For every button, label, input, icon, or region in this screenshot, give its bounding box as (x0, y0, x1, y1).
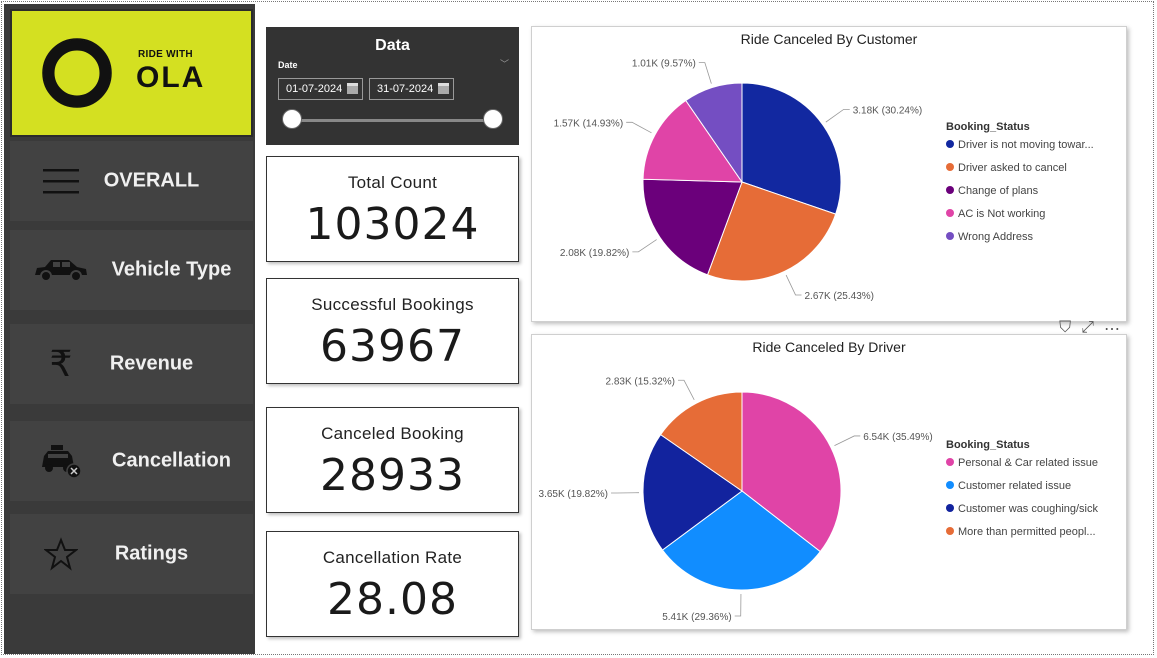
nav-label-revenue: Revenue (109, 352, 194, 375)
label-leader-line (734, 593, 742, 617)
label-leader-line (834, 435, 861, 447)
slicer-title: Data (375, 37, 410, 54)
kpi-card-canceled-booking: Canceled Booking 28933 (266, 407, 519, 513)
logo-wordmark: OLA (136, 61, 206, 94)
nav-item-vehicle-type[interactable]: Vehicle Type (10, 230, 253, 310)
label-leader-line (626, 121, 652, 134)
legend-label: Change of plans (958, 185, 1039, 197)
legend-item[interactable]: Customer was coughing/sick (946, 503, 1098, 515)
logo-tagline: RIDE WITH (138, 49, 193, 60)
kpi-value: 28933 (320, 450, 465, 501)
legend-marker (946, 209, 954, 217)
nav-label-vehicle-type: Vehicle Type (111, 258, 232, 281)
legend-marker (946, 232, 954, 240)
legend-item[interactable]: Change of plans (946, 185, 1038, 197)
kpi-card-cancellation-rate: Cancellation Rate 28.08 (266, 531, 519, 637)
kpi-label: Successful Bookings (311, 295, 474, 314)
data-label: 6.54K (35.49%) (863, 432, 933, 443)
car-icon (30, 250, 92, 290)
legend-label: Driver is not moving towar... (958, 139, 1094, 151)
data-label: 3.65K (19.82%) (539, 489, 609, 500)
start-date-value: 01-07-2024 (286, 83, 343, 95)
nav-label-ratings: Ratings (114, 542, 189, 565)
nav-label-cancellation: Cancellation (112, 449, 231, 472)
legend-label: Personal & Car related issue (958, 457, 1099, 469)
label-leader-line (632, 239, 657, 253)
nav-item-cancellation[interactable]: Cancellation (10, 421, 253, 501)
date-range-track (292, 119, 493, 122)
taxi-cancel-icon (30, 441, 92, 481)
label-leader-line (785, 274, 802, 296)
legend-item[interactable]: Personal & Car related issue (946, 457, 1098, 469)
kpi-value: 63967 (320, 321, 465, 372)
legend-title: Booking_Status (946, 121, 1030, 133)
kpi-value: 28.08 (327, 574, 458, 625)
legend-item[interactable]: Customer related issue (946, 480, 1071, 492)
kpi-value: 103024 (305, 199, 480, 250)
sidebar: RIDE WITH OLA OVERALL Vehicle Type ₹ Rev… (4, 4, 255, 654)
legend-label: AC is Not working (958, 208, 1046, 220)
legend-title: Booking_Status (946, 439, 1030, 451)
legend-marker (946, 140, 954, 148)
calendar-icon[interactable] (438, 83, 449, 94)
nav-item-revenue[interactable]: ₹ Revenue (10, 324, 253, 404)
legend-label: Driver asked to cancel (958, 162, 1067, 174)
chart-canceled-by-driver[interactable]: ⛉ ⤢ ⋯ Ride Canceled By Driver 6.54K (35.… (531, 319, 1127, 630)
slicer-field-label: Date (278, 60, 298, 70)
legend-marker (946, 186, 954, 194)
kpi-label: Canceled Booking (321, 424, 464, 443)
start-date-input[interactable]: 01-07-2024 (278, 78, 363, 100)
nav-label-overall: OVERALL (103, 169, 200, 192)
legend-item[interactable]: Driver is not moving towar... (946, 139, 1094, 151)
data-label: 3.18K (30.24%) (853, 105, 923, 116)
legend-marker (946, 504, 954, 512)
ola-logo: RIDE WITH OLA (10, 9, 253, 137)
slider-end-handle[interactable] (483, 109, 503, 129)
kpi-label: Total Count (347, 173, 438, 192)
legend-marker (946, 481, 954, 489)
legend-marker (946, 163, 954, 171)
data-label: 1.57K (14.93%) (554, 118, 624, 129)
label-leader-line (825, 108, 850, 123)
kpi-card-successful-bookings: Successful Bookings 63967 (266, 278, 519, 384)
label-leader-line (698, 62, 712, 84)
calendar-icon[interactable] (347, 83, 358, 94)
legend-item[interactable]: More than permitted peopl... (946, 526, 1096, 538)
date-filter-slicer: Data Date ﹀ 01-07-2024 31-07-2024 (266, 27, 519, 145)
label-leader-line (678, 379, 695, 400)
end-date-value: 31-07-2024 (377, 83, 434, 95)
kpi-card-total-count: Total Count 103024 (266, 156, 519, 262)
data-label: 1.01K (9.57%) (632, 59, 696, 70)
chevron-down-icon[interactable]: ﹀ (500, 57, 509, 70)
legend-marker (946, 527, 954, 535)
data-label: 5.41K (29.36%) (662, 612, 732, 623)
chart-canceled-by-customer[interactable]: Ride Canceled By Customer 3.18K (30.24%)… (531, 26, 1127, 322)
data-label: 2.08K (19.82%) (560, 248, 630, 259)
legend-item[interactable]: Wrong Address (946, 231, 1033, 243)
legend-item[interactable]: Driver asked to cancel (946, 162, 1067, 174)
legend-label: More than permitted peopl... (958, 526, 1096, 538)
end-date-input[interactable]: 31-07-2024 (369, 78, 454, 100)
pie-chart: 3.18K (30.24%) 2.67K (25.43%) 2.08K (19.82… (554, 59, 923, 302)
ola-ring-icon (42, 38, 112, 108)
nav-item-ratings[interactable]: Ratings (10, 514, 253, 594)
legend-label: Customer was coughing/sick (958, 503, 1099, 515)
legend-label: Customer related issue (958, 480, 1072, 492)
data-label: 2.67K (25.43%) (805, 291, 875, 302)
legend-marker (946, 458, 954, 466)
legend-label: Wrong Address (958, 231, 1034, 243)
legend-item[interactable]: AC is Not working (946, 208, 1045, 220)
data-label: 2.83K (15.32%) (606, 376, 676, 387)
slider-start-handle[interactable] (282, 109, 302, 129)
nav-item-overall[interactable]: OVERALL (10, 141, 253, 221)
kpi-label: Cancellation Rate (322, 548, 463, 567)
